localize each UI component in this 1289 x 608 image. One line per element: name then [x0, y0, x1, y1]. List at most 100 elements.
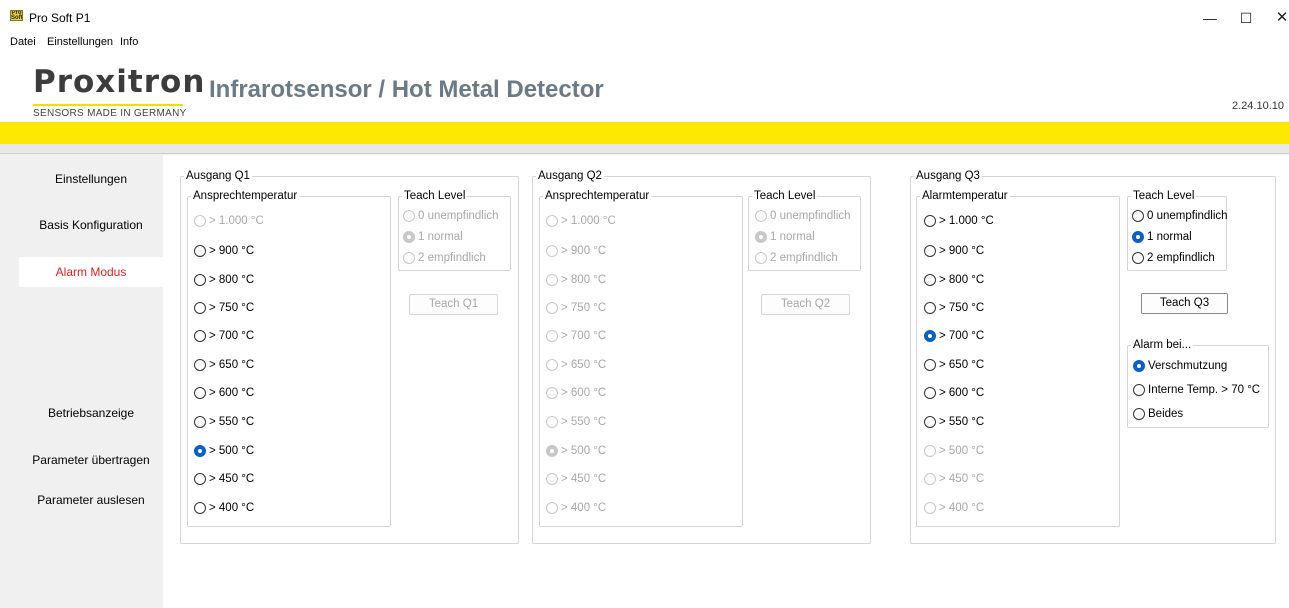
main-panel: Ausgang Q1 Ansprechtemperatur > 1.000 °C… — [163, 155, 1289, 608]
q3-temp-option[interactable]: > 800 °C — [924, 274, 984, 286]
q3-temp-option[interactable]: > 650 °C — [924, 359, 984, 371]
radio-label: 2 empfindlich — [770, 252, 838, 264]
radio-indicator — [194, 330, 206, 342]
radio-label: > 550 °C — [939, 416, 985, 428]
radio-label: 0 unempfindlich — [770, 210, 851, 222]
radio-label: > 900 °C — [561, 245, 607, 257]
q3-temp-option: > 500 °C — [924, 445, 984, 457]
q1-temp-option[interactable]: > 600 °C — [194, 387, 254, 399]
menu-info[interactable]: Info — [120, 36, 138, 48]
radio-indicator — [924, 445, 936, 457]
alarm-condition-option[interactable]: Interne Temp. > 70 °C — [1133, 384, 1260, 396]
q3-temp-option[interactable]: > 900 °C — [924, 245, 984, 257]
radio-indicator — [546, 445, 558, 457]
teach-q1-button[interactable]: Teach Q1 — [409, 294, 498, 315]
menu-einstellungen[interactable]: Einstellungen — [47, 36, 113, 48]
sidebar-item-parameter-auslesen[interactable]: Parameter auslesen — [19, 485, 163, 515]
radio-label: > 450 °C — [939, 473, 985, 485]
q1-temp-option[interactable]: > 650 °C — [194, 359, 254, 371]
radio-indicator — [403, 231, 415, 243]
q3-teach-option[interactable]: 2 empfindlich — [1132, 252, 1215, 264]
logo-underline — [33, 104, 183, 106]
q1-temp-option[interactable]: > 550 °C — [194, 416, 254, 428]
radio-label: > 800 °C — [209, 274, 255, 286]
sidebar-item-basis-konfiguration[interactable]: Basis Konfiguration — [19, 210, 163, 240]
output-q3-title: Ausgang Q3 — [916, 170, 980, 182]
company-logo: Proxitron — [33, 64, 206, 100]
radio-label: 0 unempfindlich — [418, 210, 499, 222]
radio-label: > 500 °C — [939, 445, 985, 457]
output-q1-teach-title: Teach Level — [404, 190, 466, 202]
radio-label: > 450 °C — [561, 473, 607, 485]
output-q2-temp-title: Ansprechtemperatur — [545, 190, 650, 202]
sidebar-item-alarm-modus[interactable]: Alarm Modus — [19, 257, 163, 287]
q1-temp-option[interactable]: > 400 °C — [194, 502, 254, 514]
q1-temp-option[interactable]: > 900 °C — [194, 245, 254, 257]
radio-label: > 750 °C — [939, 302, 985, 314]
radio-indicator — [924, 502, 936, 514]
radio-label: > 650 °C — [939, 359, 985, 371]
q1-temp-option[interactable]: > 500 °C — [194, 445, 254, 457]
radio-indicator — [924, 215, 936, 227]
radio-indicator — [1133, 384, 1145, 396]
q3-temp-option[interactable]: > 700 °C — [924, 330, 984, 342]
q3-temp-option[interactable]: > 1.000 °C — [924, 215, 994, 227]
radio-indicator — [194, 302, 206, 314]
radio-label: > 1.000 °C — [561, 215, 616, 227]
teach-q3-button[interactable]: Teach Q3 — [1141, 293, 1228, 314]
radio-indicator — [403, 210, 415, 222]
radio-label: > 450 °C — [209, 473, 255, 485]
radio-indicator — [924, 359, 936, 371]
q2-temp-option: > 650 °C — [546, 359, 606, 371]
radio-label: > 650 °C — [209, 359, 255, 371]
q1-temp-option[interactable]: > 750 °C — [194, 302, 254, 314]
radio-indicator — [755, 231, 767, 243]
output-q3-teach-title: Teach Level — [1133, 190, 1195, 202]
radio-indicator — [755, 210, 767, 222]
radio-label: > 400 °C — [561, 502, 607, 514]
radio-indicator — [1133, 360, 1145, 372]
q3-teach-option[interactable]: 1 normal — [1132, 231, 1192, 243]
page-title: Infrarotsensor / Hot Metal Detector — [209, 76, 604, 103]
radio-indicator — [546, 274, 558, 286]
radio-indicator — [194, 245, 206, 257]
radio-label: > 800 °C — [561, 274, 607, 286]
radio-label: > 550 °C — [561, 416, 607, 428]
sidebar-item-parameter-uebertragen[interactable]: Parameter übertragen — [19, 445, 163, 475]
q2-temp-option: > 700 °C — [546, 330, 606, 342]
output-q3-temp-title: Alarmtemperatur — [922, 190, 1008, 202]
q3-temp-option[interactable]: > 550 °C — [924, 416, 984, 428]
radio-label: > 900 °C — [209, 245, 255, 257]
q1-temp-option[interactable]: > 800 °C — [194, 274, 254, 286]
accent-bar — [0, 122, 1289, 144]
radio-label: 2 empfindlich — [418, 252, 486, 264]
q1-temp-option[interactable]: > 450 °C — [194, 473, 254, 485]
q1-temp-option[interactable]: > 700 °C — [194, 330, 254, 342]
q3-temp-option[interactable]: > 750 °C — [924, 302, 984, 314]
sidebar-item-einstellungen[interactable]: Einstellungen — [19, 164, 163, 194]
alarm-condition-option[interactable]: Verschmutzung — [1133, 360, 1227, 372]
q3-teach-option[interactable]: 0 unempfindlich — [1132, 210, 1228, 222]
radio-indicator — [194, 359, 206, 371]
q3-temp-option[interactable]: > 600 °C — [924, 387, 984, 399]
version-label: 2.24.10.10 — [1232, 100, 1284, 112]
radio-indicator — [194, 416, 206, 428]
q3-temp-option: > 400 °C — [924, 502, 984, 514]
q1-teach-option: 0 unempfindlich — [403, 210, 499, 222]
close-button[interactable]: ✕ — [1259, 10, 1289, 30]
radio-label: > 750 °C — [561, 302, 607, 314]
header: Proxitron SENSORS MADE IN GERMANY Infrar… — [0, 52, 1289, 122]
menu-datei[interactable]: Datei — [10, 36, 36, 48]
sidebar: Einstellungen Basis Konfiguration Alarm … — [0, 155, 163, 608]
radio-indicator — [546, 473, 558, 485]
alarm-condition-option[interactable]: Beides — [1133, 408, 1183, 420]
q2-temp-option: > 450 °C — [546, 473, 606, 485]
sidebar-item-betriebsanzeige[interactable]: Betriebsanzeige — [19, 398, 163, 428]
radio-indicator — [546, 302, 558, 314]
radio-label: Interne Temp. > 70 °C — [1148, 384, 1261, 396]
radio-label: > 700 °C — [209, 330, 255, 342]
radio-label: > 550 °C — [209, 416, 255, 428]
q2-temp-option: > 1.000 °C — [546, 215, 616, 227]
teach-q2-button[interactable]: Teach Q2 — [761, 294, 850, 315]
window-title: Pro Soft P1 — [29, 11, 91, 25]
